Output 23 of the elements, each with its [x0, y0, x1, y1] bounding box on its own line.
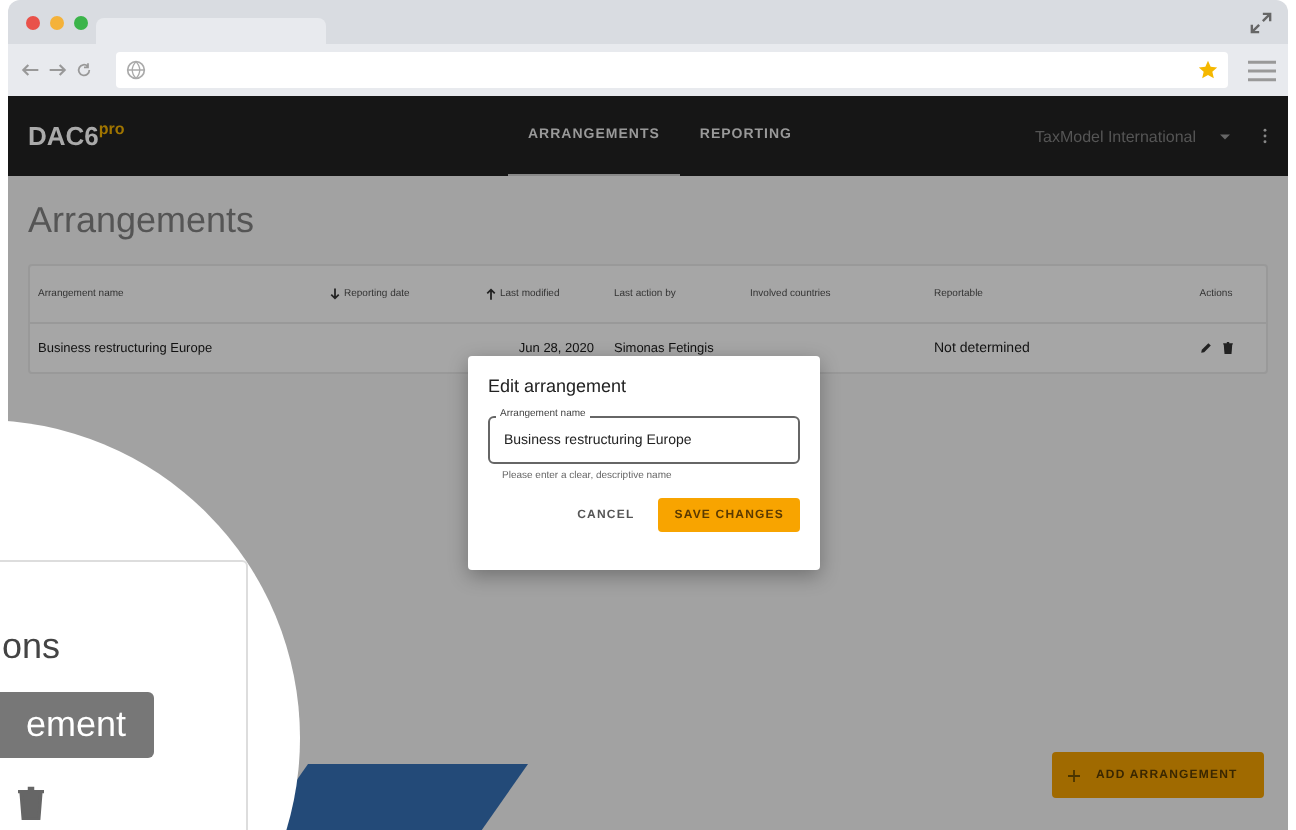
- dialog-title: Edit arrangement: [488, 376, 629, 396]
- maximize-window-dot[interactable]: [74, 15, 88, 29]
- arrow-down-icon[interactable]: [330, 288, 340, 300]
- menu-icon[interactable]: [1248, 59, 1276, 81]
- minimize-window-dot[interactable]: [50, 15, 64, 29]
- arrow-up-icon[interactable]: [486, 288, 496, 300]
- column-header: ons: [2, 626, 61, 668]
- caret-icon[interactable]: [1220, 133, 1230, 139]
- back-arrow-icon[interactable]: [20, 60, 40, 80]
- reload-icon[interactable]: [76, 62, 92, 78]
- logo[interactable]: DAC6$^{pro}$: [28, 120, 125, 152]
- forward-arrow-icon[interactable]: [48, 60, 68, 80]
- trash-icon[interactable]: [1221, 342, 1233, 354]
- more-options-icon[interactable]: [1262, 128, 1268, 144]
- page-title: Arrangements: [28, 200, 257, 242]
- bookmark-star-icon[interactable]: [1198, 60, 1218, 80]
- pencil-icon[interactable]: [1199, 342, 1211, 354]
- close-window-dot[interactable]: [26, 15, 40, 29]
- trash-icon[interactable]: [18, 786, 44, 820]
- tooltip: ement: [0, 692, 155, 758]
- globe-icon: [126, 60, 146, 80]
- plus-icon: [1068, 769, 1080, 781]
- expand-icon[interactable]: [1250, 12, 1272, 34]
